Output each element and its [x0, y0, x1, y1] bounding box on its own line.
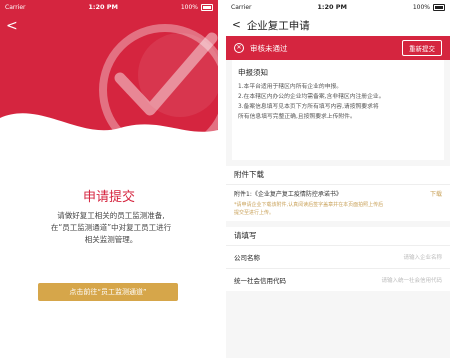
time-label: 1:20 PM [317, 3, 348, 11]
go-monitor-channel-button[interactable]: 点击前往“员工监测通道” [38, 283, 178, 301]
status-bar: Carrier 1:20 PM 100% [0, 0, 218, 14]
attachment-row: 附件1:《企业复产复工疫情防控承诺书》 下载 [226, 184, 450, 201]
carrier-label: Carrier [5, 3, 26, 11]
notice-item: 2.在本辖区内办公的企业均需备案,含非辖区内注册企业。 [238, 94, 385, 100]
field-label: 统一社会信用代码 [234, 277, 286, 285]
instruction-line: 在“员工监测通道”中对复工员工进行 [50, 223, 172, 232]
form-section-title: 请填写 [226, 227, 450, 245]
battery-percent: 100% [180, 3, 198, 11]
battery-icon [432, 3, 445, 11]
page-title: 申请提交 [82, 190, 135, 205]
notice-item: 所有信息填写完整正确,且按照要求上传附件。 [238, 114, 356, 120]
download-section-title: 附件下载 [226, 166, 450, 184]
review-status: 审核未通过 [250, 43, 288, 53]
instruction-line: 请做好复工相关的员工监测准备, [57, 211, 165, 220]
resubmit-button[interactable]: 重新提交 [402, 40, 442, 56]
notice-card: 申报须知 1.本平台适用于辖区内所有企业的申报。 2.在本辖区内办公的企业均需备… [232, 60, 444, 160]
hero-banner: Carrier 1:20 PM 100% < [0, 0, 218, 150]
company-name-field[interactable]: 公司名称 请输入企业名称 [226, 245, 450, 268]
back-icon[interactable]: < [6, 18, 18, 34]
nav-bar: < 企业复工申请 [226, 14, 450, 36]
hint-line: *请申请企业下载该附件,认真阅读后签字盖章并在本页面拍照上传后 [234, 202, 384, 208]
credit-code-input[interactable]: 请输入统一社会信用代码 [381, 276, 442, 284]
back-icon[interactable]: < [232, 19, 241, 31]
download-hint: *请申请企业下载该附件,认真阅读后签字盖章并在本页面拍照上传后 提交至进行上传。 [226, 201, 450, 221]
battery-icon [200, 3, 213, 11]
hint-line: 提交至进行上传。 [234, 210, 275, 216]
nav-title: 企业复工申请 [246, 19, 310, 32]
notice-item: 3.备案信息填写见本页下方所有填写内容,请按照要求将 [238, 104, 379, 110]
status-right: 100% [180, 3, 213, 11]
checkmark-illustration [0, 24, 218, 150]
field-label: 公司名称 [234, 254, 260, 262]
battery-percent: 100% [412, 3, 430, 11]
carrier-label: Carrier [231, 3, 252, 11]
status-bar: Carrier 1:20 PM 100% [226, 0, 450, 14]
attachment-label: 附件1:《企业复产复工疫情防控承诺书》 [234, 190, 342, 198]
review-status-banner: ✕ 审核未通过 重新提交 [226, 36, 450, 60]
instruction-line: 相关监测管理。 [84, 235, 138, 244]
close-circle-icon: ✕ [234, 43, 244, 53]
credit-code-field[interactable]: 统一社会信用代码 请输入统一社会信用代码 [226, 268, 450, 291]
company-name-input[interactable]: 请输入企业名称 [403, 253, 442, 261]
time-label: 1:20 PM [88, 3, 119, 11]
submit-success-screen: Carrier 1:20 PM 100% < 申请提交 请做好复工相关的员工监测… [0, 0, 218, 358]
download-link[interactable]: 下载 [430, 189, 442, 198]
status-right: 100% [412, 3, 445, 11]
application-screen: Carrier 1:20 PM 100% < 企业复工申请 ✕ 审核未通过 重新… [226, 0, 450, 358]
notice-item: 1.本平台适用于辖区内所有企业的申报。 [238, 84, 343, 90]
instruction-text: 请做好复工相关的员工监测准备, 在“员工监测通道”中对复工员工进行 相关监测管理… [22, 210, 200, 246]
notice-title: 申报须知 [238, 68, 268, 77]
